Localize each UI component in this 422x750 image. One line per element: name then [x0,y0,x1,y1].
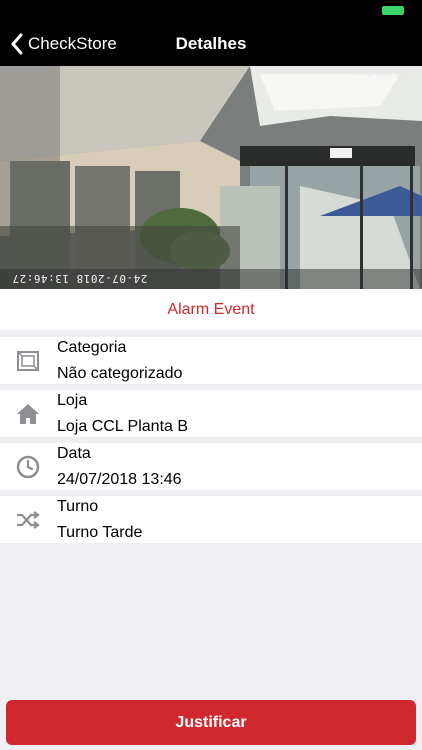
event-title: Alarm Event [0,289,422,330]
back-button[interactable]: CheckStore [10,22,117,66]
category-icon [17,351,39,371]
detail-value: Loja CCL Planta B [57,418,189,435]
detail-row-data: Data 24/07/2018 13:46 [0,443,422,490]
camera-timestamp: 24-07-2018 13:46:27 [12,272,148,285]
battery-icon [382,6,404,15]
details-list: Categoria Não categorizado Loja Loja CCL… [0,337,422,549]
camera-watermark: VIP Intelbras [349,66,412,78]
camera-snapshot: VIP Intelbras 24-07-2018 13:46:27 [0,66,422,289]
justify-button[interactable]: Justificar [6,700,416,745]
back-button-label: CheckStore [28,34,117,53]
detail-label: Data [57,445,91,462]
detail-label: Categoria [57,339,127,356]
navigation-bar: CheckStore Detalhes [0,22,422,66]
shuffle-icon [17,511,40,529]
home-icon [17,404,39,424]
status-bar [0,0,422,22]
detail-label: Loja [57,392,88,409]
detail-row-loja: Loja Loja CCL Planta B [0,390,422,437]
detail-value: 24/07/2018 13:46 [57,471,182,488]
detail-label: Turno [57,498,99,515]
clock-icon [16,455,40,479]
detail-row-categoria: Categoria Não categorizado [0,337,422,384]
detail-value: Turno Tarde [57,524,143,541]
chevron-left-icon [11,33,23,55]
detail-value: Não categorizado [57,365,183,382]
detail-row-turno: Turno Turno Tarde [0,496,422,543]
